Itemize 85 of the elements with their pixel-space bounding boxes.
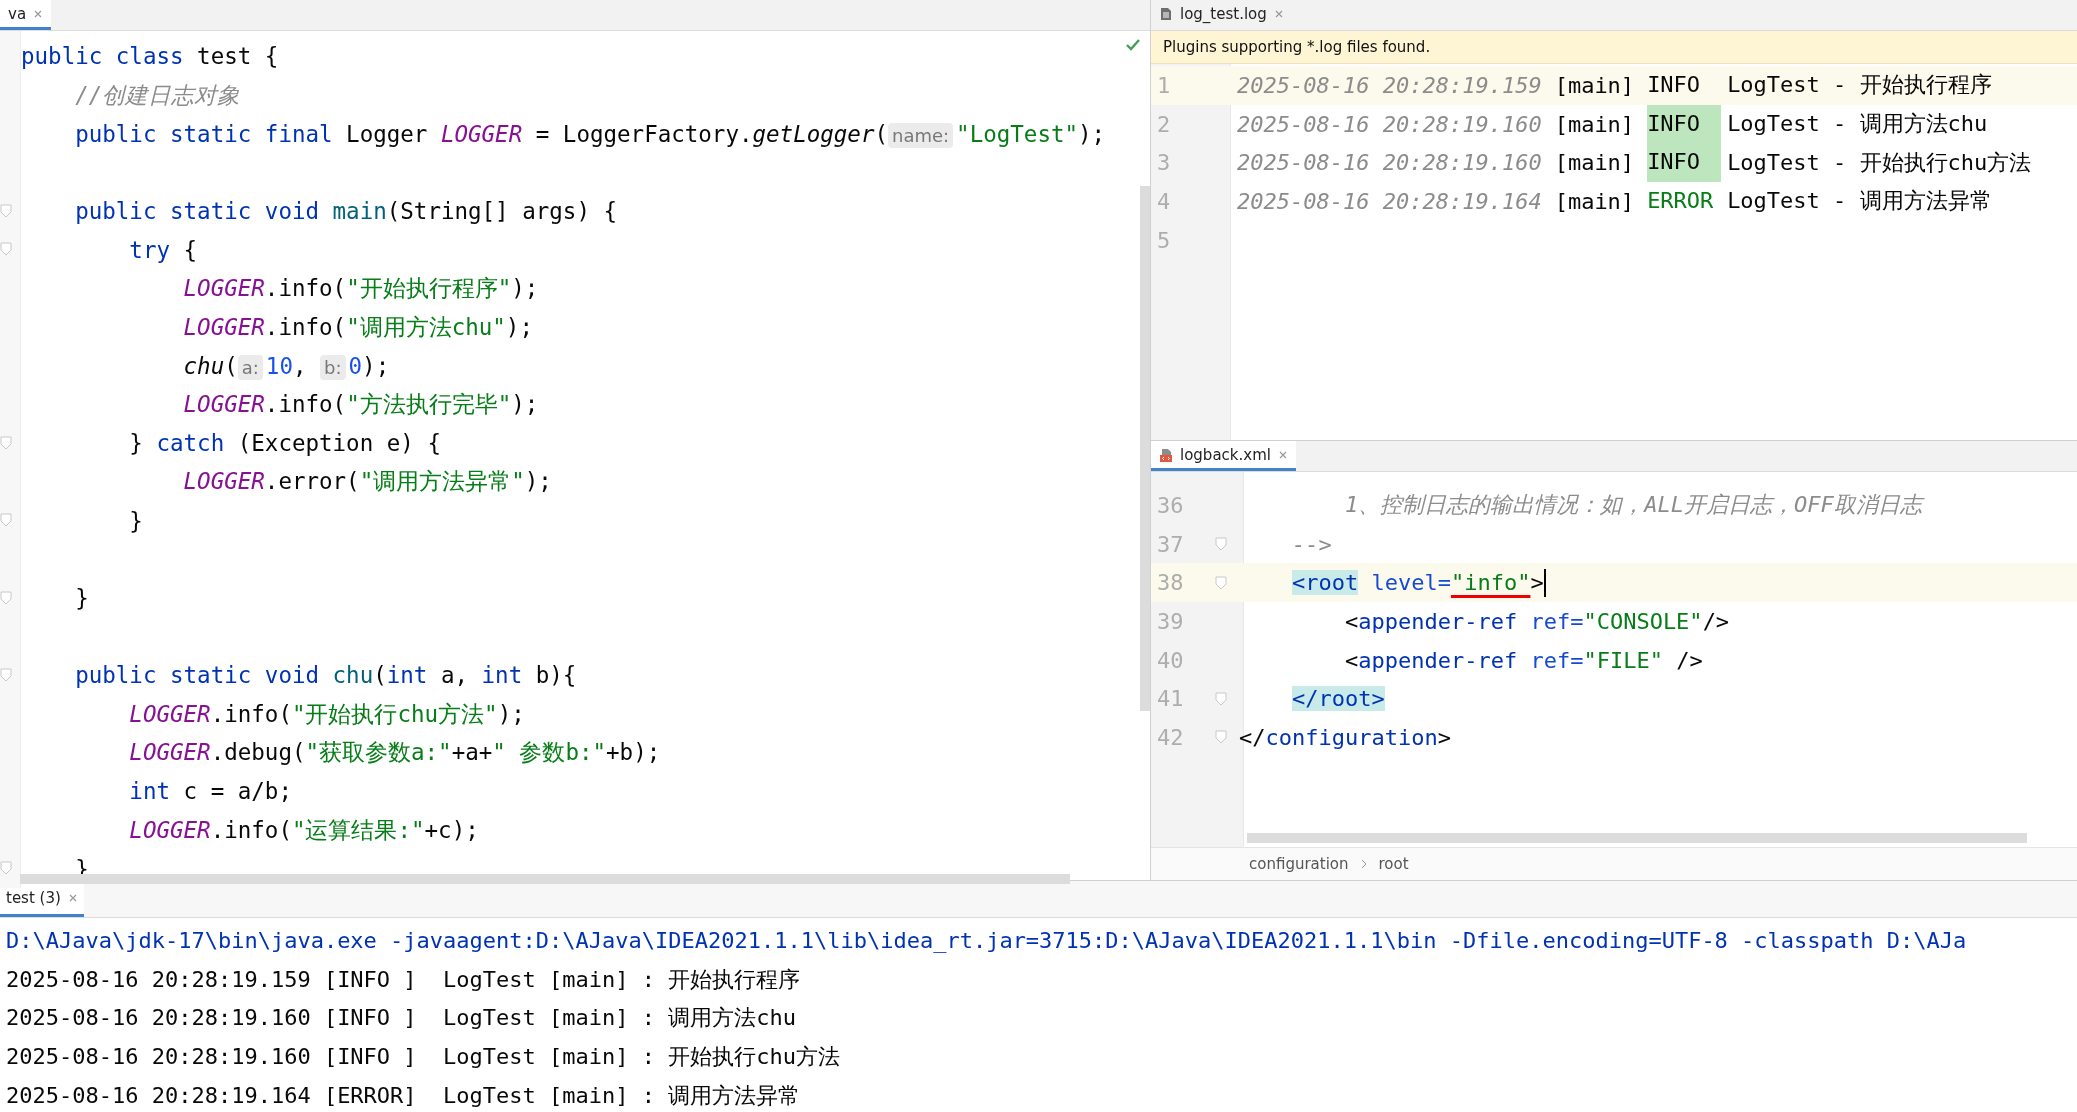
console-line: 2025-08-16 20:28:19.160 [INFO ] LogTest [main] : 开始执行chu方法 [6, 1043, 841, 1072]
code-line: public class test { [21, 43, 279, 70]
console-line: D:\AJava\jdk-17\bin\java.exe -javaagent:D:\AJava\IDEA2021.1.1\lib\idea_rt.jar=3715:D:\AJava\IDEA2021.1.1\bin -Dfile.encoding=UTF-8 -classpath D:\AJa [6, 927, 1968, 955]
close-icon[interactable] [1277, 449, 1288, 460]
code-line: } [74, 584, 89, 611]
check-icon [1126, 39, 1140, 51]
code-line: LOGGER.debug("获取参数a:"+a+" 参数b:"+b); [128, 738, 661, 768]
line-number: 2 [1156, 111, 1172, 137]
code-line: //创建日志对象 [74, 80, 241, 110]
log-thread: [main] [1554, 72, 1635, 98]
fold-marker-icon[interactable] [0, 203, 12, 218]
log-thread: [main] [1554, 111, 1635, 137]
line-number: 42 [1156, 724, 1185, 750]
line-number: 4 [1156, 188, 1172, 214]
code-line: int c = a/b; [128, 778, 292, 805]
chevron-right-icon [1360, 859, 1367, 869]
code-line: } catch (Exception e) { [128, 430, 441, 457]
fold-marker-icon[interactable] [0, 861, 12, 876]
horizontal-scrollbar[interactable] [1247, 833, 2027, 843]
console-line: 2025-08-16 20:28:19.159 [INFO ] LogTest [main] : 开始执行程序 [6, 965, 802, 994]
fold-marker-icon[interactable] [0, 435, 12, 450]
log-thread: [main] [1554, 150, 1635, 176]
log-level: INFO [1647, 71, 1702, 99]
code-line: LOGGER.info("开始执行chu方法"); [128, 699, 525, 729]
log-timestamp: 2025-08-16 20:28:19.164 [1237, 188, 1542, 214]
line-number: 3 [1156, 150, 1172, 176]
line-number: 41 [1156, 686, 1185, 712]
code-line: LOGGER.error("调用方法异常"); [182, 467, 552, 497]
log-level: ERROR [1647, 187, 1715, 216]
file-tab[interactable]: va [0, 0, 52, 30]
log-message: LogTest - 开始执行chu方法 [1727, 148, 2032, 177]
log-message: LogTest - 调用方法异常 [1727, 187, 1992, 216]
code-line: --> [1290, 531, 1332, 557]
console-line: 2025-08-16 20:28:19.164 [ERROR] LogTest [main] : 调用方法异常 [6, 1081, 802, 1110]
notification-banner: Plugins supporting *.log files found. [1151, 31, 2077, 64]
code-line: public static final Logger LOGGER = LoggerFactory.getLogger( name: "LogTest"); [74, 120, 1106, 147]
fold-marker-icon[interactable] [0, 668, 12, 682]
code-line: LOGGER.info("调用方法chu"); [182, 312, 533, 342]
fold-marker-icon[interactable] [1215, 730, 1227, 745]
fold-marker-icon[interactable] [1215, 575, 1227, 590]
code-line: public static void main(String[] args) { [74, 198, 618, 225]
close-icon[interactable] [67, 892, 78, 903]
log-timestamp: 2025-08-16 20:28:19.160 [1237, 111, 1542, 137]
line-number: 5 [1156, 227, 1172, 253]
code-line: <appender-ref ref="FILE" /> [1343, 647, 1703, 673]
console-line: 2025-08-16 20:28:19.160 [INFO ] LogTest [main] : 调用方法chu [6, 1004, 797, 1033]
file-tab[interactable]: logback.xml [1151, 441, 1296, 471]
code-line: chu( a: 10, b: 0); [182, 352, 390, 379]
close-icon[interactable] [1273, 8, 1284, 19]
vertical-scrollbar[interactable] [1140, 186, 1150, 711]
fold-marker-icon[interactable] [1215, 537, 1227, 552]
fold-marker-icon[interactable] [1215, 691, 1227, 706]
log-timestamp: 2025-08-16 20:28:19.160 [1237, 150, 1542, 176]
line-number: 39 [1156, 608, 1185, 634]
fold-marker-icon[interactable] [0, 242, 12, 257]
text-cursor [1543, 568, 1546, 597]
log-thread: [main] [1554, 188, 1635, 214]
horizontal-scrollbar[interactable] [20, 874, 1070, 885]
log-timestamp: 2025-08-16 20:28:19.159 [1237, 72, 1542, 98]
code-line: public static void chu(int a, int b){ [74, 662, 577, 689]
log-message: LogTest - 调用方法chu [1727, 110, 1988, 139]
line-number: 40 [1156, 647, 1185, 673]
breadcrumb[interactable]: configuration [1249, 855, 1349, 873]
line-number: 38 [1156, 570, 1185, 596]
log-level: INFO [1647, 143, 1722, 183]
code-line: </configuration> [1239, 724, 1451, 750]
line-number: 37 [1156, 531, 1185, 557]
close-icon[interactable] [33, 8, 44, 19]
code-line: } [128, 507, 143, 534]
log-level: INFO [1647, 104, 1722, 144]
code-line: LOGGER.info("开始执行程序"); [182, 273, 539, 303]
code-line: LOGGER.info("运算结果:"+c); [128, 815, 479, 845]
code-line: <root level="info"> [1239, 570, 1544, 596]
breadcrumb[interactable]: root [1378, 855, 1409, 873]
code-line: try { [128, 236, 198, 263]
log-message: LogTest - 开始执行程序 [1727, 71, 1992, 100]
fold-marker-icon[interactable] [0, 590, 12, 605]
xml-file-icon [1159, 447, 1173, 462]
code-line: LOGGER.info("方法执行完毕"); [182, 390, 539, 420]
line-number: 1 [1156, 72, 1172, 98]
fold-marker-icon[interactable] [0, 513, 12, 528]
code-line: <appender-ref ref="CONSOLE"/> [1343, 608, 1730, 634]
document-icon [1159, 6, 1173, 21]
file-tab[interactable]: log_test.log [1151, 0, 1292, 30]
line-number: 36 [1156, 492, 1185, 518]
